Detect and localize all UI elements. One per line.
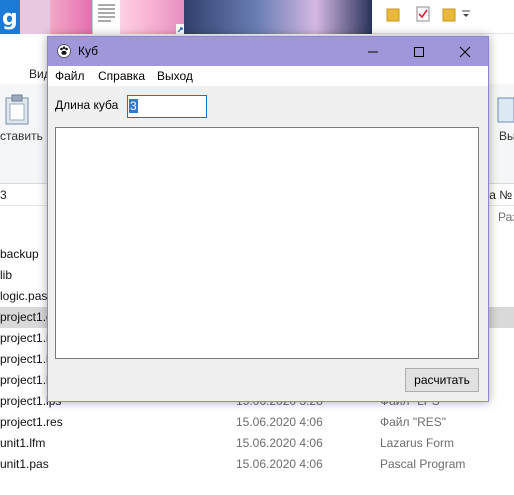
calculate-button[interactable]: расчитать [405,368,479,392]
dropdown-arrow-icon[interactable] [460,6,474,22]
logo-g-icon: g [0,0,20,34]
file-name: logic.pas [0,289,48,303]
file-name: unit1.pas [0,457,49,471]
file-date: 15.06.2020 4:06 [236,436,323,450]
thumbnail [20,0,50,34]
thumbnail [120,0,184,34]
svg-text:g: g [2,6,18,31]
close-button[interactable] [442,37,488,66]
menu-help[interactable]: Справка [98,69,145,83]
file-date: 15.06.2020 4:06 [236,415,323,429]
quick-access-toolbar [372,0,514,34]
file-date: 15.06.2020 4:06 [236,457,323,471]
title-bar[interactable]: Куб [48,37,488,66]
shortcut-arrow-icon [176,24,184,34]
file-type: Pascal Program [380,457,466,471]
thumbnail [184,0,372,34]
column-header-size[interactable]: Раз [498,210,514,224]
file-name: unit1.lfm [0,436,46,450]
thumbnail [50,0,92,34]
select-icon[interactable] [496,94,514,126]
menu-file[interactable]: Файл [55,69,85,83]
cube-length-input[interactable]: 3 [127,95,207,118]
cube-length-label: Длина куба [55,98,119,112]
menu-bar: Файл Справка Выход [48,66,488,86]
cube-window: Куб Файл Справка Выход Длина куба 3 расч… [47,36,489,402]
result-memo[interactable] [55,127,479,359]
file-type: Файл "RES" [380,415,447,429]
address-text: 3 [0,188,7,202]
cube-length-value: 3 [129,99,138,113]
file-row[interactable]: unit1.pas 15.06.2020 4:06 Pascal Program [0,454,514,475]
file-name: project1.e [0,310,53,324]
document-thumbnail [92,0,120,34]
maximize-icon [414,46,424,57]
close-icon [459,46,471,57]
paste-clipboard-icon[interactable] [4,94,30,126]
file-name: project1.res [0,415,63,429]
desktop-thumbnails: g [0,0,372,34]
minimize-icon [368,51,378,52]
folder-icon[interactable] [386,6,400,22]
minimize-button[interactable] [350,37,396,66]
file-type: Lazarus Form [380,436,455,450]
menu-exit[interactable]: Выход [157,69,193,83]
file-name: lib [0,268,13,282]
file-row[interactable]: project1.res 15.06.2020 4:06 Файл "RES" [0,412,514,433]
checklist-icon[interactable] [416,6,430,22]
maximize-button[interactable] [396,37,442,66]
blue-thumbnail: g [0,0,20,34]
folder-icon[interactable] [442,6,456,22]
file-name: backup [0,247,39,261]
paste-button-label[interactable]: ставить [0,129,43,143]
ribbon-right-label[interactable]: Вы [499,129,514,143]
file-row[interactable]: unit1.lfm 15.06.2020 4:06 Lazarus Form [0,433,514,454]
window-title: Куб [78,44,98,58]
app-paw-icon [57,44,71,58]
